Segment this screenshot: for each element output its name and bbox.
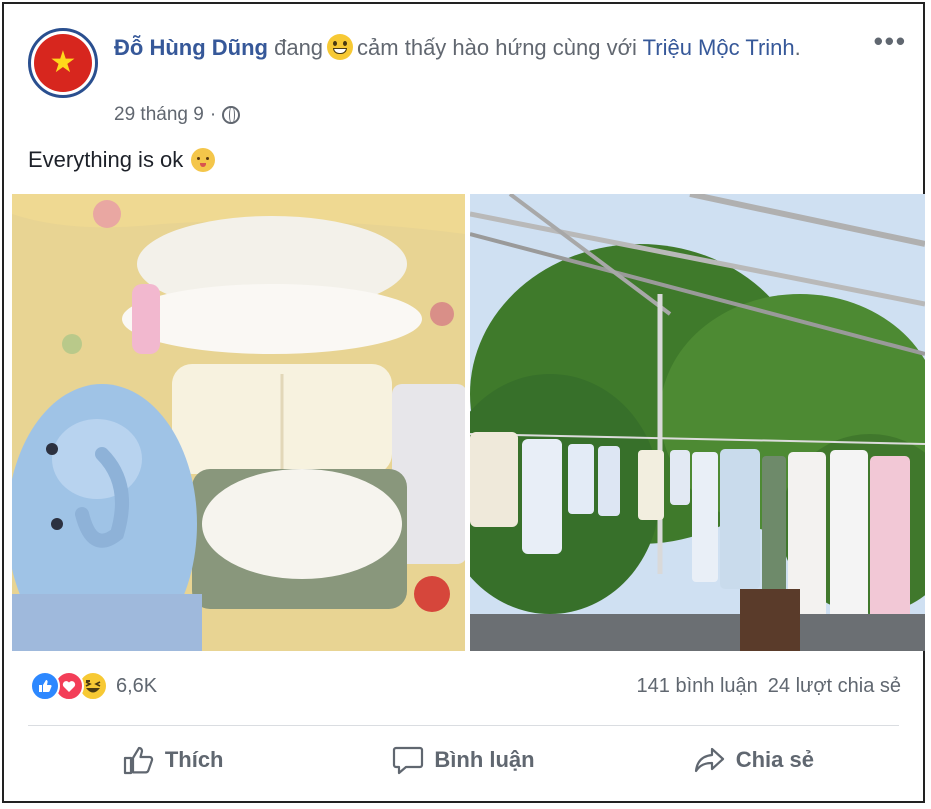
activity-verb: đang (274, 35, 324, 60)
action-bar: Thích Bình luận Chia sẻ (28, 726, 899, 794)
baby-face-icon (191, 148, 216, 172)
share-button[interactable]: Chia sẻ (609, 726, 899, 794)
reaction-summary[interactable]: 6,6K (30, 671, 157, 701)
baby-clothes-on-clothesline-photo[interactable] (470, 194, 925, 651)
like-icon (30, 671, 60, 701)
share-label: Chia sẻ (735, 747, 814, 772)
profile-avatar[interactable]: ★ (28, 28, 98, 98)
clothesline-illustration (470, 194, 925, 651)
tagged-user-link[interactable]: Triệu Mộc Trinh (643, 35, 795, 60)
globe-icon[interactable] (222, 106, 241, 124)
share-arrow-icon (694, 747, 724, 773)
engagement-stats: 141 bình luận 24 lượt chia sẻ (637, 675, 901, 698)
comment-button[interactable]: Bình luận (318, 726, 608, 794)
like-label: Thích (164, 747, 224, 772)
like-button[interactable]: Thích (28, 726, 318, 794)
reaction-count: 6,6K (116, 674, 158, 697)
more-options-icon[interactable]: ••• (874, 28, 907, 54)
grinning-face-icon (327, 34, 354, 60)
author-name-link[interactable]: Đỗ Hùng Dũng (114, 35, 268, 60)
comment-bubble-icon (393, 746, 424, 775)
post-card: ★ Đỗ Hùng Dũng đang cảm thấy hào hứng cùn… (2, 2, 925, 803)
post-body: Everything is ok (28, 147, 216, 173)
post-timestamp-link[interactable]: 29 tháng 9 (114, 104, 204, 126)
post-headline: Đỗ Hùng Dũng đang cảm thấy hào hứng cùng … (114, 32, 854, 64)
folded-clothes-illustration (12, 194, 465, 651)
folded-baby-clothes-photo[interactable] (12, 194, 465, 651)
thumbs-up-icon (123, 746, 153, 775)
post-text: Everything is ok (28, 147, 184, 172)
meta-separator: · (209, 104, 217, 125)
comment-count-link[interactable]: 141 bình luận (637, 675, 758, 698)
feeling-text: cảm thấy hào hứng cùng với (357, 35, 637, 60)
post-meta: 29 tháng 9 · (114, 104, 241, 126)
star-emblem-icon: ★ (34, 34, 92, 92)
share-count-link[interactable]: 24 lượt chia sẻ (768, 675, 901, 698)
headline-end: . (794, 35, 801, 60)
comment-label: Bình luận (434, 747, 535, 772)
